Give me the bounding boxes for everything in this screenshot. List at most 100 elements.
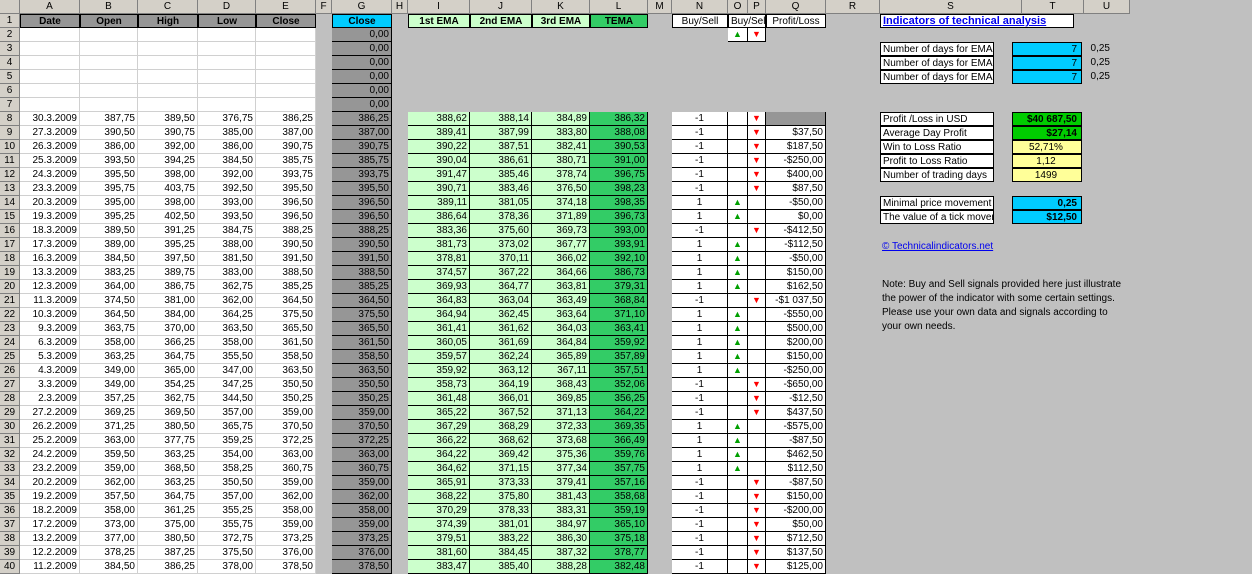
high-cell[interactable]: 368,50 xyxy=(138,462,198,476)
ema1-cell[interactable]: 368,22 xyxy=(408,490,470,504)
ema3-cell[interactable]: 384,89 xyxy=(532,112,590,126)
empty-cell[interactable] xyxy=(198,28,256,42)
profitloss-cell[interactable]: $400,00 xyxy=(766,168,826,182)
row-header[interactable]: 1 xyxy=(0,14,20,28)
close-cell[interactable]: 365,50 xyxy=(256,322,316,336)
empty-cell[interactable] xyxy=(728,392,748,406)
ema3-cell[interactable]: 363,64 xyxy=(532,308,590,322)
profitloss-cell[interactable]: $162,50 xyxy=(766,280,826,294)
empty-cell[interactable] xyxy=(728,126,748,140)
column-header-q[interactable]: Q xyxy=(766,0,826,14)
close-computed-cell[interactable]: 388,50 xyxy=(332,266,392,280)
down-arrow-icon[interactable]: ▼ xyxy=(748,392,766,406)
high-cell[interactable]: 391,25 xyxy=(138,224,198,238)
low-cell[interactable]: 359,25 xyxy=(198,434,256,448)
ema3-cell[interactable]: 384,97 xyxy=(532,518,590,532)
down-arrow-icon[interactable]: ▼ xyxy=(748,112,766,126)
date-cell[interactable]: 27.2.2009 xyxy=(20,406,80,420)
profitloss-cell[interactable]: -$250,00 xyxy=(766,364,826,378)
tema-cell[interactable]: 386,73 xyxy=(590,266,648,280)
ema2-cell[interactable]: 373,02 xyxy=(470,238,532,252)
empty-cell[interactable] xyxy=(728,532,748,546)
ema1-cell[interactable]: 359,57 xyxy=(408,350,470,364)
ema1-cell[interactable]: 364,83 xyxy=(408,294,470,308)
down-arrow-icon[interactable]: ▼ xyxy=(748,378,766,392)
profitloss-cell[interactable]: -$112,50 xyxy=(766,238,826,252)
empty-cell[interactable] xyxy=(198,42,256,56)
tema-cell[interactable]: 371,10 xyxy=(590,308,648,322)
profitloss-cell[interactable]: -$575,00 xyxy=(766,420,826,434)
profitloss-cell[interactable]: -$87,50 xyxy=(766,434,826,448)
buysell-cell[interactable]: 1 xyxy=(672,434,728,448)
tema-cell[interactable]: 375,18 xyxy=(590,532,648,546)
open-cell[interactable]: 357,50 xyxy=(80,490,138,504)
low-cell[interactable]: 384,75 xyxy=(198,224,256,238)
date-cell[interactable]: 6.3.2009 xyxy=(20,336,80,350)
close-cell[interactable]: 376,00 xyxy=(256,546,316,560)
ema3-cell[interactable]: 363,81 xyxy=(532,280,590,294)
empty-cell[interactable] xyxy=(748,448,766,462)
close-computed-cell[interactable]: 358,00 xyxy=(332,504,392,518)
empty-cell[interactable] xyxy=(748,364,766,378)
ema1-cell[interactable]: 374,57 xyxy=(408,266,470,280)
high-cell[interactable]: 386,75 xyxy=(138,280,198,294)
column-header-e[interactable]: E xyxy=(256,0,316,14)
high-cell[interactable]: 370,00 xyxy=(138,322,198,336)
ema2-cell[interactable]: 363,04 xyxy=(470,294,532,308)
row-header[interactable]: 14 xyxy=(0,196,20,210)
ema2-cell[interactable]: 366,01 xyxy=(470,392,532,406)
low-cell[interactable]: 347,25 xyxy=(198,378,256,392)
low-cell[interactable]: 347,00 xyxy=(198,364,256,378)
ema2-cell[interactable]: 375,60 xyxy=(470,224,532,238)
tick-value[interactable]: 0,25 xyxy=(1012,196,1082,210)
high-cell[interactable]: 397,50 xyxy=(138,252,198,266)
open-cell[interactable]: 363,25 xyxy=(80,350,138,364)
low-cell[interactable]: 386,00 xyxy=(198,140,256,154)
tema-cell[interactable]: 388,08 xyxy=(590,126,648,140)
tema-cell[interactable]: 359,19 xyxy=(590,504,648,518)
empty-cell[interactable] xyxy=(20,84,80,98)
empty-cell[interactable] xyxy=(80,84,138,98)
profitloss-cell[interactable]: $500,00 xyxy=(766,322,826,336)
tema-cell[interactable]: 356,25 xyxy=(590,392,648,406)
close-cell[interactable]: 361,50 xyxy=(256,336,316,350)
buysell-cell[interactable]: 1 xyxy=(672,210,728,224)
date-cell[interactable]: 10.3.2009 xyxy=(20,308,80,322)
buysell-cell[interactable]: -1 xyxy=(672,504,728,518)
tema-cell[interactable]: 378,77 xyxy=(590,546,648,560)
open-cell[interactable]: 389,00 xyxy=(80,238,138,252)
up-arrow-icon[interactable]: ▲ xyxy=(728,462,748,476)
empty-cell[interactable] xyxy=(256,70,316,84)
high-cell[interactable]: 392,00 xyxy=(138,140,198,154)
ema3-cell[interactable]: 367,11 xyxy=(532,364,590,378)
row-header[interactable]: 9 xyxy=(0,126,20,140)
date-cell[interactable]: 20.3.2009 xyxy=(20,196,80,210)
low-cell[interactable]: 344,50 xyxy=(198,392,256,406)
profitloss-cell[interactable]: $187,50 xyxy=(766,140,826,154)
ema3-cell[interactable]: 386,30 xyxy=(532,532,590,546)
ema3-cell[interactable]: 376,50 xyxy=(532,182,590,196)
profitloss-cell[interactable]: -$50,00 xyxy=(766,252,826,266)
row-header[interactable]: 18 xyxy=(0,252,20,266)
date-cell[interactable]: 23.2.2009 xyxy=(20,462,80,476)
high-cell[interactable]: 390,75 xyxy=(138,126,198,140)
profitloss-cell[interactable]: -$550,00 xyxy=(766,308,826,322)
ema1-cell[interactable]: 390,22 xyxy=(408,140,470,154)
tema-cell[interactable]: 393,91 xyxy=(590,238,648,252)
close-computed-cell[interactable]: 350,25 xyxy=(332,392,392,406)
open-cell[interactable]: 389,50 xyxy=(80,224,138,238)
buysell-cell[interactable]: -1 xyxy=(672,490,728,504)
ema3-cell[interactable]: 364,84 xyxy=(532,336,590,350)
close-cell[interactable]: 358,00 xyxy=(256,504,316,518)
open-cell[interactable]: 384,50 xyxy=(80,252,138,266)
website-link[interactable]: © Technicalindicators.net xyxy=(880,240,1080,254)
empty-cell[interactable] xyxy=(748,196,766,210)
date-cell[interactable]: 4.3.2009 xyxy=(20,364,80,378)
ema3-cell[interactable]: 375,36 xyxy=(532,448,590,462)
ema1-cell[interactable]: 365,22 xyxy=(408,406,470,420)
up-arrow-icon[interactable]: ▲ xyxy=(728,266,748,280)
close-computed-cell[interactable]: 376,00 xyxy=(332,546,392,560)
low-cell[interactable]: 357,00 xyxy=(198,406,256,420)
low-cell[interactable]: 376,75 xyxy=(198,112,256,126)
buysell-cell[interactable]: 1 xyxy=(672,322,728,336)
